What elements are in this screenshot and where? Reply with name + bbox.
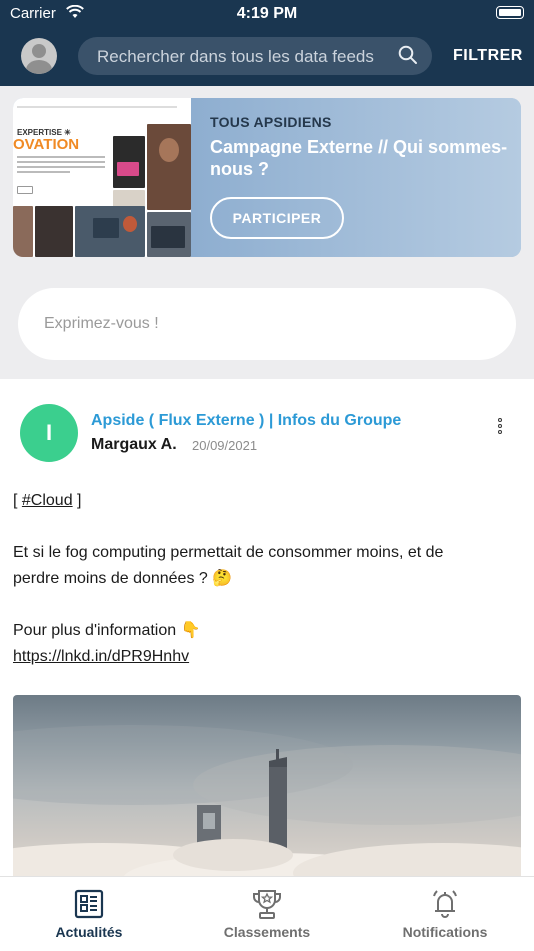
clock: 4:19 PM [236, 5, 298, 22]
tab-actualites[interactable]: Actualités [0, 877, 178, 951]
tab-label: Notifications [402, 924, 488, 940]
feed-top-section: EXPERTISE ✳ OVATION TOUS APSIDIENS Campa… [0, 86, 534, 379]
campaign-banner[interactable]: EXPERTISE ✳ OVATION TOUS APSIDIENS Campa… [13, 98, 521, 257]
participate-button[interactable]: PARTICIPER [210, 197, 344, 239]
search-icon[interactable] [398, 45, 418, 65]
battery-icon [496, 6, 524, 19]
post-link[interactable]: https://lnkd.in/dPR9Hnhv [13, 644, 513, 670]
fog-skyline-illustration [13, 725, 521, 885]
news-icon [74, 889, 104, 919]
post-image[interactable] [13, 695, 521, 885]
tab-notifications[interactable]: Notifications [356, 877, 534, 951]
post-date: 20/09/2021 [192, 438, 258, 453]
search-placeholder: Rechercher dans tous les data feeds [97, 47, 374, 66]
bottom-tab-bar: Actualités Classements Notifications [0, 876, 534, 951]
post-body: Et si le fog computing permettait de con… [13, 540, 513, 592]
tab-label: Classements [223, 924, 311, 940]
top-app-bar: Carrier 4:19 PM Rechercher dans tous les… [0, 0, 534, 86]
user-avatar[interactable] [21, 38, 57, 74]
post-hashtag-line: [ #Cloud ] [13, 492, 82, 509]
campaign-title: Campagne Externe // Qui sommes-nous ? [210, 137, 508, 179]
post-info-block: Pour plus d'information 👇 https://lnkd.i… [13, 618, 513, 670]
campaign-audience: TOUS APSIDIENS [210, 114, 332, 130]
compose-input[interactable]: Exprimez-vous ! [18, 288, 516, 360]
tab-label: Actualités [55, 924, 123, 940]
post-author-name[interactable]: Margaux A. [91, 436, 177, 454]
compose-placeholder: Exprimez-vous ! [44, 315, 159, 332]
search-bar[interactable]: Rechercher dans tous les data feeds [78, 37, 432, 75]
status-bar: Carrier 4:19 PM [0, 0, 534, 28]
post-author-avatar[interactable]: I [20, 404, 78, 462]
filter-button[interactable]: FILTRER [453, 47, 523, 65]
tab-classements[interactable]: Classements [178, 877, 356, 951]
campaign-info: TOUS APSIDIENS Campagne Externe // Qui s… [191, 98, 521, 257]
post-body-line: Pour plus d'information 👇 [13, 622, 201, 639]
more-options-icon[interactable] [494, 418, 506, 440]
bell-icon [433, 890, 457, 918]
post-group-link[interactable]: Apside ( Flux Externe ) | Infos du Group… [91, 412, 401, 430]
trophy-icon [253, 890, 281, 919]
campaign-thumbnail: EXPERTISE ✳ OVATION [13, 98, 191, 257]
hashtag-link[interactable]: #Cloud [22, 492, 73, 509]
post-body-line: Et si le fog computing permettait de con… [13, 544, 444, 561]
post-body-line: perdre moins de données ? 🤔 [13, 570, 233, 587]
